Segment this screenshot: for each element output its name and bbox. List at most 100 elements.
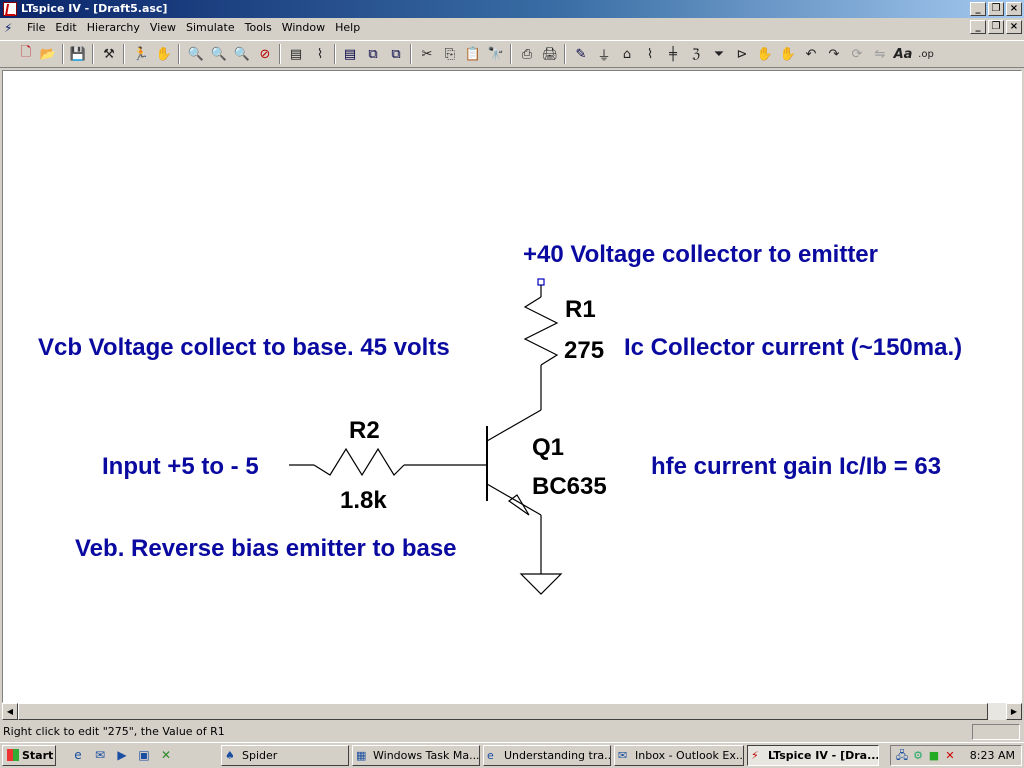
clock: 8:23 AM: [969, 749, 1015, 762]
copy-icon[interactable]: ⎘: [440, 44, 460, 64]
menu-tools[interactable]: Tools: [240, 21, 277, 35]
waveform-icon[interactable]: ⌇: [310, 44, 330, 64]
restore-button[interactable]: ❐: [988, 2, 1004, 16]
system-tray: 🖧 ⚙ ■ ✕ 8:23 AM: [890, 745, 1022, 766]
task-label: Windows Task Ma...: [373, 749, 480, 762]
schematic-canvas[interactable]: +40 Voltage collector to emitter R1 275 …: [2, 70, 1022, 703]
task-label: LTspice IV - [Dra...: [768, 749, 879, 762]
print-setup-icon[interactable]: ⎙: [517, 44, 537, 64]
ground-symbol: [519, 573, 563, 595]
task-ltspice[interactable]: ⚡ LTspice IV - [Dra...: [747, 745, 879, 766]
undo-icon[interactable]: ↶: [801, 44, 821, 64]
capacitor-icon[interactable]: ╪: [663, 44, 683, 64]
halt-icon[interactable]: ✋: [154, 44, 174, 64]
task-label: Inbox - Outlook Ex...: [635, 749, 744, 762]
window-title: LTspice IV - [Draft5.asc]: [21, 2, 168, 15]
resistor-r1: [523, 296, 559, 366]
close-button[interactable]: ×: [1006, 2, 1022, 16]
horizontal-scrollbar[interactable]: ◀ ▶: [2, 703, 1022, 720]
open-icon[interactable]: 📂: [38, 44, 58, 64]
desktop-icon[interactable]: ▣: [136, 747, 152, 763]
status-pane: [972, 724, 1020, 740]
label-net-icon[interactable]: ⌂: [617, 44, 637, 64]
task-task-manager[interactable]: ▦ Windows Task Ma...: [352, 745, 480, 766]
save-icon[interactable]: 💾: [68, 44, 88, 64]
text-icon[interactable]: Aa: [893, 44, 913, 64]
tile-horizontal-icon[interactable]: ⧉: [386, 44, 406, 64]
ie-icon[interactable]: e: [70, 747, 86, 763]
run-icon[interactable]: 🏃: [131, 44, 151, 64]
cut-icon[interactable]: ✂: [417, 44, 437, 64]
minimize-button[interactable]: _: [970, 2, 986, 16]
ground-icon[interactable]: ⏚: [594, 44, 614, 64]
q1-name-label: Q1: [532, 434, 564, 461]
security-icon[interactable]: ⚙: [911, 749, 925, 763]
schematic-drawing: +40 Voltage collector to emitter R1 275 …: [38, 241, 962, 595]
r1-value-label: 275: [564, 337, 604, 364]
task-label: Understanding tra...: [504, 749, 611, 762]
zoom-in-icon[interactable]: 🔍: [186, 44, 206, 64]
scroll-left-button[interactable]: ◀: [2, 703, 18, 720]
windows-logo-icon: [7, 749, 19, 761]
network-icon[interactable]: 🖧: [895, 749, 909, 763]
menu-edit[interactable]: Edit: [50, 21, 81, 35]
new-schematic-icon[interactable]: 🗋: [16, 44, 36, 64]
cascade-icon[interactable]: ⧉: [363, 44, 383, 64]
toolbar: 🗋 📂 💾 ⚒ 🏃 ✋ 🔍 🔍 🔍 ⊘ ▤ ⌇ ▤ ⧉ ⧉ ✂ ⎘ 📋 🔭 ⎙ …: [0, 40, 1024, 68]
status-bar: Right click to edit "275", the Value of …: [0, 722, 1024, 742]
task-outlook[interactable]: ✉ Inbox - Outlook Ex...: [614, 745, 744, 766]
ltspice-app-icon[interactable]: [3, 2, 17, 16]
doc-minimize-button[interactable]: _: [970, 20, 986, 34]
print-icon[interactable]: 🖨: [540, 44, 560, 64]
spice-directive-icon[interactable]: .op: [916, 44, 936, 64]
draw-wire-icon[interactable]: ✎: [571, 44, 591, 64]
outlook-task-icon: ✉: [618, 749, 628, 762]
r2-value-label: 1.8k: [340, 487, 387, 514]
menu-hierarchy[interactable]: Hierarchy: [82, 21, 145, 35]
paste-icon[interactable]: 📋: [463, 44, 483, 64]
annotation-vcb: Vcb Voltage collect to base. 45 volts: [38, 334, 450, 361]
menu-file[interactable]: File: [22, 21, 50, 35]
redo-icon[interactable]: ↷: [824, 44, 844, 64]
inductor-icon[interactable]: ℨ: [686, 44, 706, 64]
outlook-icon[interactable]: ✉: [92, 747, 108, 763]
status-icon[interactable]: ■: [927, 749, 941, 763]
zoom-area-icon[interactable]: 🔍: [209, 44, 229, 64]
rotate-icon[interactable]: ⟳: [847, 44, 867, 64]
menu-bar: ⚡ File Edit Hierarchy View Simulate Tool…: [0, 18, 1024, 38]
annotation-vce: +40 Voltage collector to emitter: [523, 241, 878, 268]
menu-simulate[interactable]: Simulate: [181, 21, 240, 35]
resistor-icon[interactable]: ⌇: [640, 44, 660, 64]
vcc-net-flag: [537, 278, 545, 286]
doc-restore-button[interactable]: ❐: [988, 20, 1004, 34]
drag-icon[interactable]: ✋: [778, 44, 798, 64]
media-player-icon[interactable]: ▶: [114, 747, 130, 763]
autorange-icon[interactable]: ▤: [286, 44, 306, 64]
diode-icon[interactable]: ⏷: [709, 44, 729, 64]
spider-icon: ♠: [225, 749, 235, 762]
zoom-cancel-icon[interactable]: ⊘: [255, 44, 275, 64]
volume-icon[interactable]: ✕: [943, 749, 957, 763]
menu-view[interactable]: View: [145, 21, 181, 35]
find-icon[interactable]: 🔭: [486, 44, 506, 64]
mirror-icon[interactable]: ⇋: [870, 44, 890, 64]
scroll-right-button[interactable]: ▶: [1006, 703, 1022, 720]
ie-task-icon: e: [487, 749, 494, 762]
doc-close-button[interactable]: ×: [1006, 20, 1022, 34]
start-button[interactable]: Start: [2, 745, 56, 766]
component-icon[interactable]: ⊳: [732, 44, 752, 64]
move-icon[interactable]: ✋: [755, 44, 775, 64]
tile-vertical-icon[interactable]: ▤: [340, 44, 360, 64]
control-panel-icon[interactable]: ⚒: [99, 44, 119, 64]
menu-window[interactable]: Window: [277, 21, 330, 35]
scroll-thumb[interactable]: [18, 703, 988, 720]
document-icon[interactable]: ⚡: [4, 21, 18, 35]
annotation-veb: Veb. Reverse bias emitter to base: [75, 535, 457, 562]
start-label: Start: [22, 749, 54, 762]
title-bar: LTspice IV - [Draft5.asc] _ ❐ ×: [0, 0, 1024, 18]
task-browser[interactable]: e Understanding tra...: [483, 745, 611, 766]
excel-icon[interactable]: ✕: [158, 747, 174, 763]
task-spider[interactable]: ♠ Spider: [221, 745, 349, 766]
zoom-out-icon[interactable]: 🔍: [232, 44, 252, 64]
menu-help[interactable]: Help: [330, 21, 365, 35]
